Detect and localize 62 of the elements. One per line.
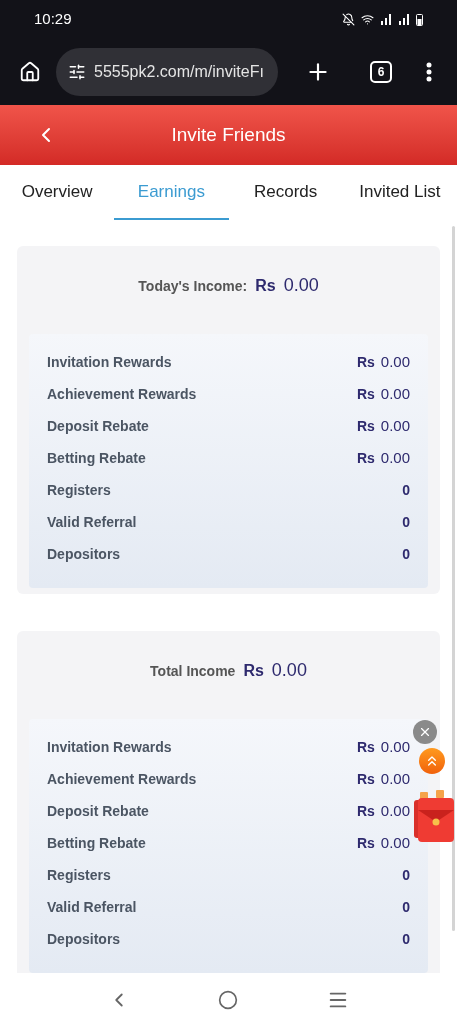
currency-label: Rs	[255, 276, 276, 296]
row-value: 0.00	[380, 383, 410, 404]
row-value: 0	[402, 480, 410, 500]
row-value: 0	[402, 544, 410, 564]
row-value: 0.00	[380, 415, 410, 436]
currency-label: Rs	[356, 352, 375, 372]
currency-label: Rs	[356, 416, 375, 436]
row-label: Registers	[47, 865, 111, 885]
row-label: Betting Rebate	[47, 833, 146, 853]
site-settings-icon	[68, 62, 86, 81]
more-icon	[426, 61, 432, 82]
income-amount: 0.00	[271, 659, 307, 682]
row-label: Achievement Rewards	[47, 769, 197, 789]
currency-label: Rs	[356, 833, 375, 853]
close-icon	[418, 725, 432, 739]
row-value: 0	[402, 929, 410, 949]
row-label: Invitation Rewards	[47, 737, 172, 757]
tab[interactable]: Records	[228, 165, 343, 220]
row-value: 0	[402, 897, 410, 917]
gift-envelope-icon[interactable]	[414, 790, 454, 842]
row-label: Deposit Rebate	[47, 801, 149, 821]
row-value: 0.00	[380, 832, 410, 853]
row-label: Valid Referral	[47, 897, 137, 917]
row-value: 0.00	[380, 351, 410, 372]
scroll-top-button[interactable]	[419, 748, 445, 774]
wifi-icon	[361, 12, 374, 26]
row-value: 0	[402, 865, 410, 885]
income-title: Total Income	[150, 662, 236, 681]
address-bar[interactable]: 5555pk2.com/m/inviteFı	[56, 47, 278, 96]
income-amount: 0.00	[283, 274, 319, 297]
row-label: Registers	[47, 480, 111, 500]
currency-label: Rs	[356, 384, 375, 404]
battery-icon	[416, 12, 423, 26]
row-value: 0	[402, 512, 410, 532]
row-label: Invitation Rewards	[47, 352, 172, 372]
row-value: 0.00	[380, 800, 410, 821]
signal-icon	[398, 13, 410, 25]
row-label: Achievement Rewards	[47, 384, 197, 404]
currency-label: Rs	[356, 737, 375, 757]
tab[interactable]: Overview	[0, 165, 115, 220]
signal-icon	[380, 13, 392, 25]
page-title: Invite Friends	[171, 122, 286, 147]
home-nav-icon[interactable]	[218, 989, 239, 1010]
url-text: 5555pk2.com/m/inviteFı	[94, 61, 264, 82]
currency-label: Rs	[243, 661, 264, 681]
row-value: 0.00	[380, 447, 410, 468]
row-label: Depositors	[47, 544, 121, 564]
status-time: 10:29	[34, 8, 72, 29]
income-title: Today's Income:	[138, 277, 248, 296]
row-label: Depositors	[47, 929, 121, 949]
row-value: 0.00	[380, 736, 410, 757]
row-label: Valid Referral	[47, 512, 137, 532]
row-label: Betting Rebate	[47, 448, 146, 468]
row-label: Deposit Rebate	[47, 416, 149, 436]
mute-icon	[342, 12, 355, 26]
tab-count-button[interactable]: 6	[370, 60, 392, 83]
tab[interactable]: Invited List	[342, 165, 457, 220]
currency-label: Rs	[356, 769, 375, 789]
currency-label: Rs	[356, 448, 375, 468]
row-value: 0.00	[380, 768, 410, 789]
currency-label: Rs	[356, 801, 375, 821]
home-icon	[19, 60, 41, 83]
